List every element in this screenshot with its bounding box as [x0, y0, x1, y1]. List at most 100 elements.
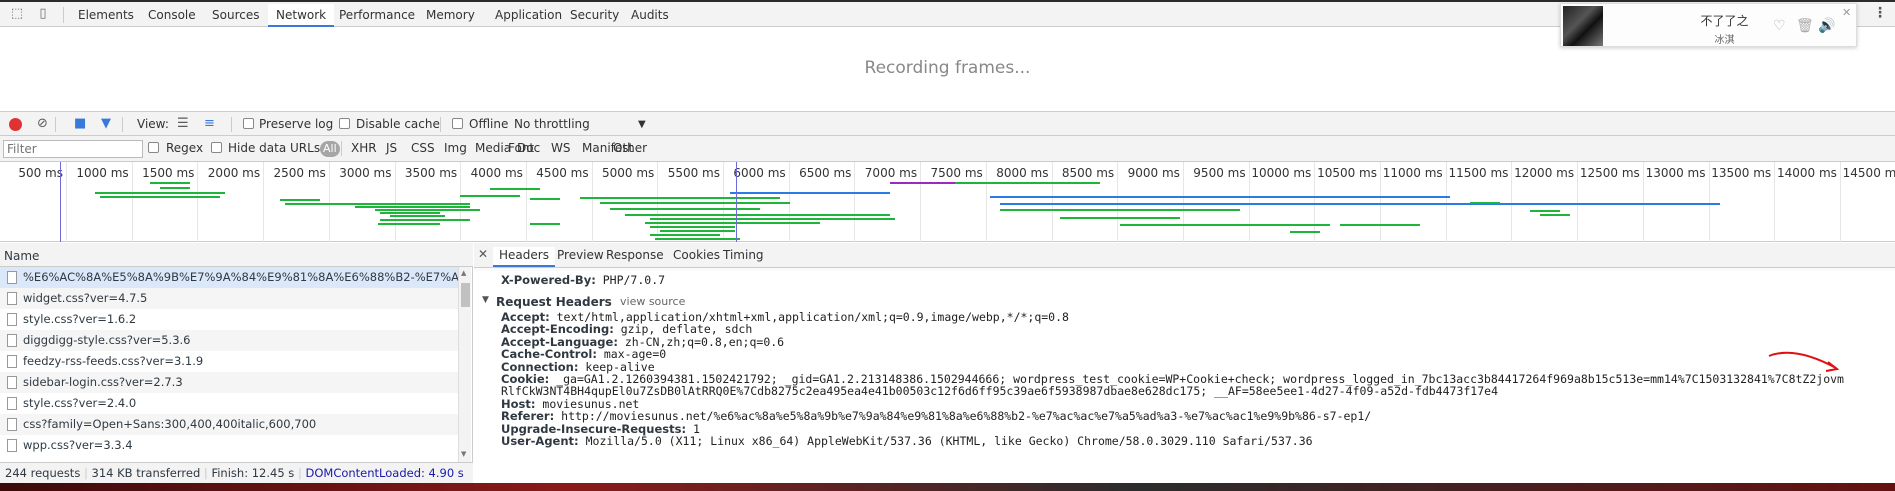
request-row[interactable]: style.css?ver=2.4.0: [0, 393, 460, 414]
request-row[interactable]: sidebar-login.css?ver=2.7.3: [0, 372, 460, 393]
filter-type-img[interactable]: Img: [444, 141, 467, 155]
red-arrow-annotation: [1768, 351, 1840, 372]
filter-type-js[interactable]: JS: [386, 141, 397, 155]
timeline-request-bar: [285, 203, 470, 205]
name-column-header[interactable]: Name: [0, 243, 473, 267]
tab-sources[interactable]: Sources: [204, 4, 267, 27]
disable-cache-checkbox[interactable]: [339, 118, 350, 129]
request-details-pane: ✕ Headers Preview Response Cookies Timing X-…: [474, 243, 1895, 483]
device-toolbar-icon[interactable]: ▯: [34, 6, 52, 22]
timeline-request-bar: [1060, 217, 1180, 219]
timeline-request-bar: [990, 196, 1450, 198]
clear-icon[interactable]: ⊘: [37, 116, 48, 132]
filter-type-media[interactable]: Media: [475, 141, 511, 155]
request-row[interactable]: %E6%AC%8A%E5%8A%9B%E7%9A%84%E9%81%8A%E6%…: [0, 267, 460, 288]
overview-icon[interactable]: ≡: [204, 116, 215, 132]
expand-triangle-icon[interactable]: ▼: [482, 295, 489, 305]
request-list-scrollbar[interactable]: ▲ ▼: [458, 267, 471, 462]
tab-performance[interactable]: Performance: [331, 4, 423, 27]
request-row[interactable]: feedzy-rss-feeds.css?ver=3.1.9: [0, 351, 460, 372]
filter-type-css[interactable]: CSS: [411, 141, 435, 155]
timeline-tick-label: 11500 ms: [1448, 166, 1509, 180]
tab-audits[interactable]: Audits: [623, 4, 677, 27]
record-button[interactable]: [9, 118, 22, 131]
offline-checkbox[interactable]: [452, 118, 463, 129]
file-icon: [7, 355, 17, 368]
tabs-separator: [63, 7, 64, 23]
filter-type-ws[interactable]: WS: [551, 141, 570, 155]
heart-icon[interactable]: ♡: [1773, 18, 1786, 34]
tab-network[interactable]: Network: [268, 4, 335, 27]
timeline-tick-label: 8000 ms: [996, 166, 1049, 180]
timeline-tick-label: 2000 ms: [207, 166, 261, 180]
file-icon: [7, 376, 17, 389]
preserve-log-checkbox[interactable]: [243, 118, 254, 129]
timeline-tick-label: 13500 ms: [1711, 166, 1772, 180]
timeline-request-bar: [660, 230, 735, 232]
details-scroll-top: [474, 268, 1895, 271]
tab-elements[interactable]: Elements: [70, 4, 142, 27]
filter-type-doc[interactable]: Doc: [517, 141, 540, 155]
timeline-tick-label: 6000 ms: [733, 166, 786, 180]
view-source-link[interactable]: view source: [620, 295, 685, 308]
close-details-icon[interactable]: ✕: [478, 247, 488, 261]
request-row[interactable]: wpp.css?ver=3.3.4: [0, 435, 460, 456]
inspect-element-icon[interactable]: ⬚: [8, 6, 26, 22]
filter-bar: Regex Hide data URLs All XHR JS CSS Img Medi…: [0, 136, 1895, 162]
tab-console[interactable]: Console: [140, 4, 204, 27]
timeline-request-bar: [955, 182, 1100, 184]
chevron-down-icon[interactable]: ▼: [638, 119, 646, 130]
timeline-request-bar: [1120, 224, 1330, 226]
timeline-tick-label: 12000 ms: [1514, 166, 1575, 180]
timeline-request-bar: [375, 209, 480, 211]
scroll-down-icon[interactable]: ▼: [461, 450, 466, 458]
dom-content-loaded-time: DOMContentLoaded: 4.90 s: [305, 466, 464, 480]
timeline-tick-label: 14500 ms: [1842, 166, 1895, 180]
toolbar-separator: [440, 117, 441, 132]
timeline-request-bar: [600, 202, 790, 204]
request-headers-title[interactable]: Request Headers: [496, 295, 612, 309]
large-rows-icon[interactable]: ☰: [177, 116, 189, 132]
network-overview-timeline[interactable]: 500 ms 1000 ms 1500 ms 2000 ms 2500 ms 3000 m…: [0, 162, 1895, 242]
timeline-tick-label: 14000 ms: [1776, 166, 1837, 180]
filter-type-other[interactable]: Other: [613, 141, 647, 155]
throttling-select[interactable]: No throttling: [514, 117, 590, 131]
regex-checkbox[interactable]: [148, 142, 159, 153]
request-row[interactable]: style.css?ver=1.6.2: [0, 309, 460, 330]
tab-security[interactable]: Security: [562, 4, 627, 27]
capture-screenshots-icon[interactable]: ■: [74, 116, 86, 132]
request-header-line: RlfCkW3NT4BH4qupEl0u7ZsDB0lAtRRQ0E%7Cdb8…: [501, 384, 1498, 398]
more-options-icon[interactable]: ⋮: [1873, 5, 1887, 21]
timeline-request-bar: [530, 198, 560, 200]
filter-all-button[interactable]: All: [320, 141, 340, 157]
timeline-request-bar: [355, 206, 470, 208]
timeline-tick-label: 5000 ms: [602, 166, 655, 180]
request-row[interactable]: css?family=Open+Sans:300,400,400italic,6…: [0, 414, 460, 435]
offline-label: Offline: [469, 117, 509, 131]
request-name: feedzy-rss-feeds.css?ver=3.1.9: [23, 354, 204, 368]
timeline-request-bar: [650, 234, 720, 236]
request-row[interactable]: widget.css?ver=4.7.5: [0, 288, 460, 309]
scroll-up-icon[interactable]: ▲: [461, 269, 466, 277]
timeline-request-bar: [890, 182, 955, 184]
scrollbar-thumb[interactable]: [461, 283, 470, 307]
volume-icon[interactable]: 🔊: [1818, 18, 1835, 34]
preserve-log-label: Preserve log: [259, 117, 334, 131]
timeline-request-bar: [380, 212, 440, 214]
filter-type-xhr[interactable]: XHR: [351, 141, 377, 155]
hide-data-urls-checkbox[interactable]: [211, 142, 222, 153]
detail-tab-headers[interactable]: Headers: [493, 247, 555, 267]
request-row[interactable]: diggdigg-style.css?ver=5.3.6: [0, 330, 460, 351]
request-name: diggdigg-style.css?ver=5.3.6: [23, 333, 191, 347]
filter-icon[interactable]: ▼: [101, 116, 111, 132]
detail-tab-response[interactable]: Response: [600, 247, 670, 267]
filter-input[interactable]: [3, 140, 143, 158]
trash-icon[interactable]: 🗑: [1796, 18, 1814, 34]
timeline-request-bar: [378, 223, 440, 225]
detail-tab-timing[interactable]: Timing: [717, 247, 770, 267]
timeline-tick-label: 500 ms: [18, 166, 63, 180]
close-icon[interactable]: ✕: [1842, 6, 1851, 19]
timeline-request-bar: [655, 238, 740, 240]
tab-application[interactable]: Application: [487, 4, 570, 27]
tab-memory[interactable]: Memory: [418, 4, 483, 27]
